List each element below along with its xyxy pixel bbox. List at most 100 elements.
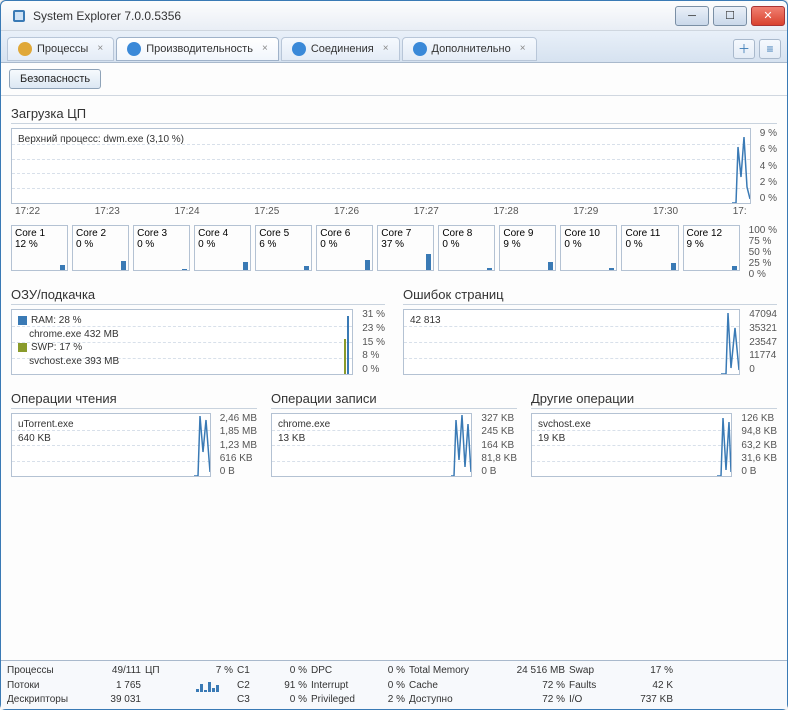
minimize-button[interactable]: ─ [675, 6, 709, 26]
bar-icon [60, 265, 65, 270]
toolbar: Безопасность [1, 63, 787, 96]
status-value: 91 % [273, 680, 307, 691]
ram-chart[interactable]: RAM: 28 % chrome.exe 432 MB SWP: 17 % sv… [11, 309, 353, 375]
status-label: C1 [237, 665, 269, 676]
reads-title: Операции чтения [11, 391, 257, 409]
globe-icon [292, 42, 306, 56]
cpu-chart[interactable]: Верхний процесс: dwm.exe (3,10 %) [11, 128, 751, 204]
writes-y-axis: 327 KB245 KB164 KB81,8 KB0 B [478, 413, 517, 477]
cpu-x-axis: 17:2217:2317:2417:2517:2617:2717:2817:29… [11, 204, 751, 217]
core-cell[interactable]: Core 20 % [72, 225, 129, 271]
bar-icon [548, 262, 553, 270]
bar-icon [671, 263, 676, 270]
status-value: 49/111 [91, 665, 141, 676]
sparkline-icon [196, 678, 233, 692]
core-name: Core 6 [320, 228, 369, 239]
ram-title: ОЗУ/подкачка [11, 287, 385, 305]
status-value: 72 % [505, 694, 565, 705]
core-name: Core 1 [15, 228, 64, 239]
status-label: Interrupt [311, 680, 371, 691]
core-cell[interactable]: Core 40 % [194, 225, 251, 271]
titlebar[interactable]: System Explorer 7.0.0.5356 ─ ☐ ✕ [1, 1, 787, 31]
core-cell[interactable]: Core 30 % [133, 225, 190, 271]
core-cell[interactable]: Core 56 % [255, 225, 312, 271]
writes-chart[interactable]: chrome.exe13 KB [271, 413, 472, 477]
core-value: 9 % [503, 239, 552, 250]
core-name: Core 3 [137, 228, 186, 239]
other-chart[interactable]: svchost.exe19 KB [531, 413, 732, 477]
tab-processes[interactable]: Процессы× [7, 37, 114, 61]
core-name: Core 12 [687, 228, 736, 239]
status-value: 39 031 [91, 694, 141, 705]
core-cell[interactable]: Core 112 % [11, 225, 68, 271]
tab-close-icon[interactable]: × [520, 43, 526, 54]
new-tab-button[interactable]: ＋ [733, 39, 755, 59]
core-cell[interactable]: Core 99 % [499, 225, 556, 271]
tab-close-icon[interactable]: × [262, 43, 268, 54]
cpu-y-axis: 9 %6 %4 %2 %0 % [757, 128, 777, 204]
status-label: C2 [237, 680, 269, 691]
tab-close-icon[interactable]: × [97, 43, 103, 54]
bar-icon [426, 254, 431, 270]
status-label: Faults [569, 680, 619, 691]
core-cell[interactable]: Core 110 % [621, 225, 678, 271]
core-value: 0 % [320, 239, 369, 250]
security-button[interactable]: Безопасность [9, 69, 101, 89]
spike-icon [194, 414, 210, 476]
status-value: 0 % [375, 665, 405, 676]
core-cell[interactable]: Core 129 % [683, 225, 740, 271]
status-value: 737 KB [623, 694, 673, 705]
status-label: ЦП [145, 665, 189, 676]
core-cell[interactable]: Core 60 % [316, 225, 373, 271]
square-icon [18, 316, 27, 325]
core-cell[interactable]: Core 737 % [377, 225, 434, 271]
status-value: 42 K [623, 680, 673, 691]
core-value: 0 % [198, 239, 247, 250]
chart-icon [127, 42, 141, 56]
core-value: 0 % [625, 239, 674, 250]
bar-icon [609, 268, 614, 270]
core-value: 6 % [259, 239, 308, 250]
faults-chart[interactable]: 42 813 [403, 309, 740, 375]
reads-chart[interactable]: uTorrent.exe640 KB [11, 413, 211, 477]
status-label: Privileged [311, 694, 371, 705]
bar-icon [121, 261, 126, 270]
status-value: 0 % [273, 665, 307, 676]
core-value: 9 % [687, 239, 736, 250]
core-name: Core 5 [259, 228, 308, 239]
core-value: 0 % [76, 239, 125, 250]
core-name: Core 8 [442, 228, 491, 239]
maximize-button[interactable]: ☐ [713, 6, 747, 26]
core-cell[interactable]: Core 100 % [560, 225, 617, 271]
menu-button[interactable]: ≡ [759, 39, 781, 59]
status-label: Swap [569, 665, 619, 676]
writes-title: Операции записи [271, 391, 517, 409]
window-title: System Explorer 7.0.0.5356 [33, 9, 181, 23]
core-cell[interactable]: Core 80 % [438, 225, 495, 271]
app-window: System Explorer 7.0.0.5356 ─ ☐ ✕ Процесс… [0, 0, 788, 710]
cores-y-axis: 100 %75 %50 %25 %0 % [746, 225, 777, 271]
bar-icon [487, 268, 492, 270]
tab-label: Производительность [146, 43, 253, 55]
status-label: Дескрипторы [7, 694, 87, 705]
core-name: Core 2 [76, 228, 125, 239]
status-value: 7 % [193, 665, 233, 676]
reads-legend: uTorrent.exe640 KB [18, 418, 74, 445]
bar-icon [182, 269, 187, 270]
status-label: C3 [237, 694, 269, 705]
tab-performance[interactable]: Производительность × [116, 37, 279, 61]
core-value: 37 % [381, 239, 430, 250]
core-name: Core 9 [503, 228, 552, 239]
other-legend: svchost.exe19 KB [538, 418, 591, 445]
tab-close-icon[interactable]: × [383, 43, 389, 54]
core-value: 0 % [564, 239, 613, 250]
close-button[interactable]: ✕ [751, 6, 785, 26]
tab-extra[interactable]: Дополнительно× [402, 37, 537, 61]
tab-connections[interactable]: Соединения × [281, 37, 400, 61]
reads-y-axis: 2,46 MB1,85 MB1,23 MB616 KB0 B [217, 413, 257, 477]
tab-label: Соединения [311, 43, 374, 55]
core-name: Core 11 [625, 228, 674, 239]
status-label: Потоки [7, 680, 87, 691]
ram-y-axis: 31 %23 %15 %8 %0 % [359, 309, 385, 375]
status-label: Процессы [7, 665, 87, 676]
